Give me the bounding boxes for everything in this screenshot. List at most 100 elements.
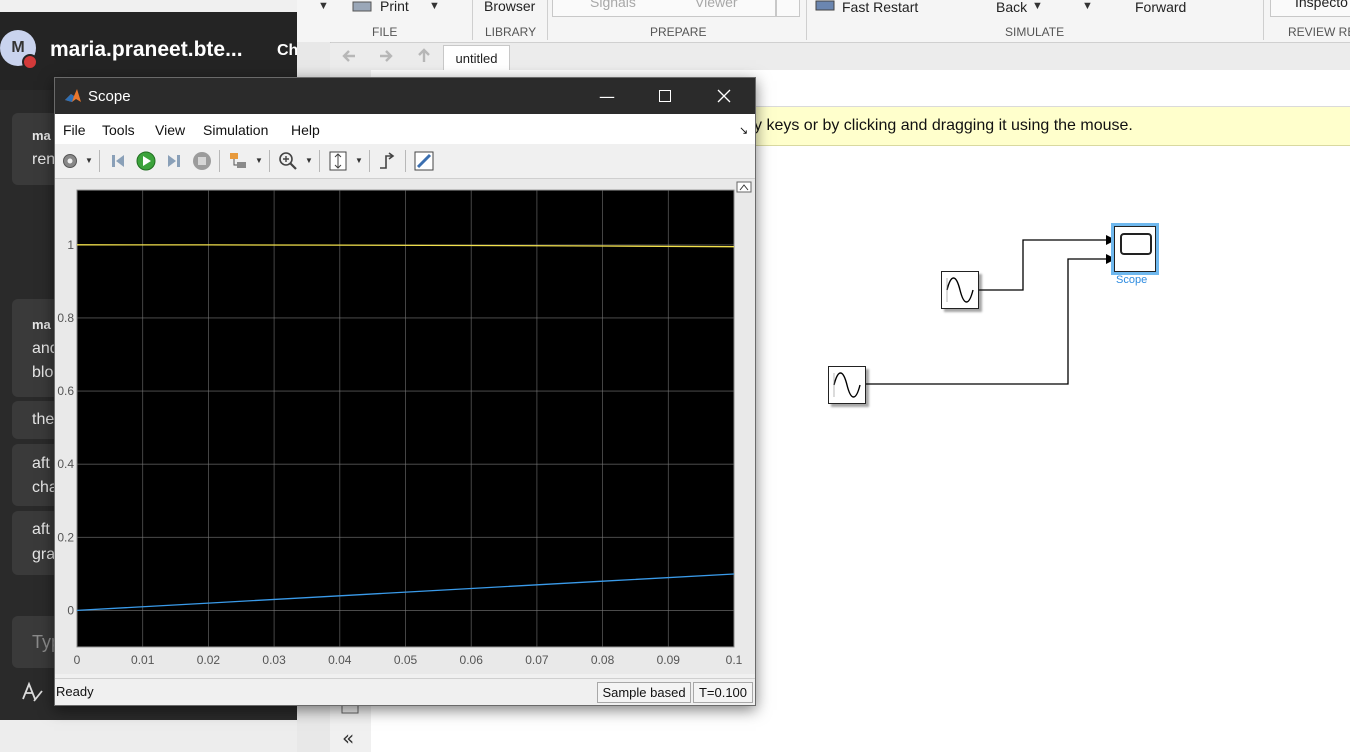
settings-gear-icon[interactable]	[59, 150, 81, 172]
library-browser-button[interactable]: Browser	[484, 0, 535, 14]
step-forward-icon[interactable]	[163, 150, 185, 172]
x-tick-label: 0.01	[131, 653, 155, 667]
measurements-ruler-icon[interactable]	[413, 150, 435, 172]
y-tick-label: 0.6	[57, 384, 74, 398]
toolbar-separator	[269, 150, 270, 172]
zoom-in-icon[interactable]	[277, 150, 299, 172]
x-tick-label: 0.05	[394, 653, 418, 667]
scale-dropdown-icon[interactable]: ▼	[355, 156, 363, 165]
y-tick-label: 0.4	[57, 457, 74, 471]
step-forward-button[interactable]: Forward	[1135, 0, 1186, 15]
stop-icon[interactable]	[191, 150, 213, 172]
close-icon[interactable]	[701, 78, 747, 114]
status-ready: Ready	[56, 684, 94, 699]
message-text: aft	[32, 455, 50, 472]
sine-wave-block-1[interactable]	[941, 271, 979, 309]
collapse-palette-icon[interactable]: «	[342, 726, 354, 750]
x-tick-label: 0	[74, 653, 81, 667]
toolstrip: ▼ Print ▼ Browser Signals Viewer Fast Re…	[297, 0, 1350, 43]
menu-view[interactable]: View	[155, 122, 185, 138]
chat-tab[interactable]: Ch	[277, 42, 298, 60]
simulate-dropdown-icon[interactable]: ▼	[1082, 0, 1093, 12]
toolbar-separator	[99, 150, 100, 172]
scope-plot[interactable]: 0 0.01 0.02 0.03 0.04 0.05 0.06 0.07 0.08 0.09 0.1…	[55, 179, 755, 674]
menu-tools[interactable]: Tools	[102, 122, 135, 138]
menu-simulation[interactable]: Simulation	[203, 122, 268, 138]
scale-y-axis-icon[interactable]	[327, 150, 349, 172]
nav-back-icon[interactable]	[340, 46, 360, 66]
printer-icon	[352, 1, 372, 12]
chat-top-strip	[0, 0, 297, 12]
y-tick-label: 0	[67, 603, 74, 617]
scope-screen-icon	[1120, 233, 1152, 255]
y-tick-label: 0.8	[57, 311, 74, 325]
dropdown-arrow-icon[interactable]: ▼	[318, 0, 329, 12]
nav-forward-icon[interactable]	[375, 46, 395, 66]
prepare-gallery	[552, 0, 776, 17]
message-sender: ma	[32, 317, 51, 332]
print-button[interactable]: Print	[380, 0, 409, 14]
scope-titlebar[interactable]: Scope —	[55, 78, 755, 114]
chat-username[interactable]: maria.praneet.bte...	[50, 38, 243, 62]
triggers-icon[interactable]	[377, 150, 399, 172]
back-dropdown-icon[interactable]: ▼	[1032, 0, 1043, 12]
run-icon[interactable]	[135, 150, 157, 172]
settings-dropdown-icon[interactable]: ▼	[85, 156, 93, 165]
data-inspector-button[interactable]: Inspecto	[1295, 0, 1348, 10]
toolbar-separator	[219, 150, 220, 172]
section-file: FILE	[372, 25, 398, 39]
signals-button[interactable]: Signals	[590, 0, 636, 10]
x-tick-label: 0.04	[328, 653, 352, 667]
sine-wave-block-2[interactable]	[828, 366, 866, 404]
message-sender: ma	[32, 128, 51, 143]
highlight-dropdown-icon[interactable]: ▼	[255, 156, 263, 165]
highlight-block-icon[interactable]	[227, 150, 249, 172]
nav-up-icon[interactable]	[414, 46, 434, 66]
menu-file[interactable]: File	[63, 122, 86, 138]
format-text-icon[interactable]	[20, 680, 44, 704]
matlab-logo-icon	[65, 89, 81, 102]
scope-block-label[interactable]: Scope	[1116, 274, 1147, 286]
step-back-button[interactable]: Back	[996, 0, 1027, 15]
x-tick-label: 0.1	[726, 653, 743, 667]
hint-text: y keys or by clicking and dragging it us…	[754, 117, 1133, 134]
section-review: REVIEW RE	[1288, 25, 1350, 39]
scope-statusbar: Ready Sample based T=0.100	[55, 678, 755, 705]
minimize-icon[interactable]: —	[584, 78, 630, 114]
print-dropdown-icon[interactable]: ▼	[429, 0, 440, 12]
x-tick-label: 0.09	[657, 653, 681, 667]
x-tick-label: 0.02	[197, 653, 221, 667]
chat-bottom-strip	[0, 720, 297, 752]
x-tick-label: 0.08	[591, 653, 615, 667]
plot-area: 0 0.01 0.02 0.03 0.04 0.05 0.06 0.07 0.08 0.09 0.1…	[55, 179, 755, 674]
axes-restore-icon	[736, 181, 752, 193]
sine-wave-icon	[946, 277, 974, 303]
message-text: the	[32, 411, 55, 428]
scope-block[interactable]	[1111, 223, 1159, 275]
model-nav-bar: untitled	[330, 43, 1350, 71]
gallery-expand[interactable]	[776, 0, 800, 17]
tab-untitled[interactable]: untitled	[443, 45, 510, 71]
section-prepare: PREPARE	[650, 25, 707, 39]
section-divider	[472, 0, 473, 40]
step-back-icon[interactable]	[107, 150, 129, 172]
toolbar-separator	[405, 150, 406, 172]
fast-restart-button[interactable]: Fast Restart	[842, 0, 918, 15]
x-tick-label: 0.07	[525, 653, 549, 667]
menu-help[interactable]: Help	[291, 122, 320, 138]
zoom-dropdown-icon[interactable]: ▼	[305, 156, 313, 165]
status-sample-mode: Sample based	[597, 682, 691, 703]
presence-busy-icon	[22, 54, 38, 70]
status-sim-time: T=0.100	[693, 682, 753, 703]
message-text: gra	[32, 546, 56, 563]
scope-menubar: File Tools View Simulation Help ↘	[55, 114, 755, 144]
section-divider	[547, 0, 548, 40]
viewer-button[interactable]: Viewer	[695, 0, 738, 10]
section-simulate: SIMULATE	[1005, 25, 1065, 39]
x-tick-label: 0.06	[460, 653, 484, 667]
message-text: aft	[32, 521, 50, 538]
x-tick-label: 0.03	[262, 653, 286, 667]
dock-icon[interactable]: ↘	[739, 124, 748, 137]
maximize-icon[interactable]	[642, 78, 688, 114]
scope-title: Scope	[88, 88, 131, 105]
